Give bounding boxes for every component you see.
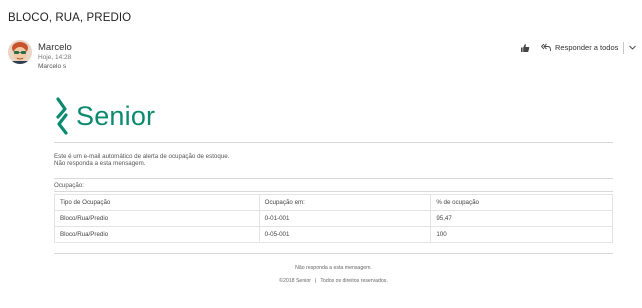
column-header-type: Tipo de Ocupação — [54, 194, 260, 211]
divider — [54, 142, 613, 143]
reply-all-group: Responder a todos — [537, 39, 639, 56]
reply-all-button[interactable]: Responder a todos — [538, 39, 621, 56]
reply-all-label: Responder a todos — [555, 43, 619, 52]
footer-copyright: ©2018 Senior | Todos os direitos reservado… — [54, 278, 613, 284]
senior-logo: Senior — [54, 96, 155, 136]
divider — [54, 178, 613, 179]
sender-name[interactable]: Marcelo — [38, 42, 72, 53]
cell-location: 0-05-001 — [258, 226, 432, 243]
table-row: Bloco/Rua/Predio 0-05-001 100 — [54, 226, 613, 243]
column-header-location: Ocupação em: — [258, 194, 432, 211]
cell-type: Bloco/Rua/Predio — [54, 226, 260, 243]
cell-percent: 95,47 — [430, 210, 613, 227]
avatar-image — [8, 40, 32, 64]
sender-avatar[interactable] — [8, 40, 32, 64]
reply-all-icon — [541, 43, 551, 51]
cell-percent: 100 — [430, 226, 613, 243]
column-header-percent: % de ocupação — [430, 194, 613, 211]
logo-text: Senior — [76, 100, 156, 131]
occupation-label: Ocupação: — [54, 182, 84, 189]
footer-separator: | — [314, 278, 317, 284]
cell-location: 0-01-001 — [258, 210, 432, 227]
thumbs-up-icon — [521, 44, 530, 52]
no-reply-text: Não responda a esta mensagem. — [54, 160, 146, 167]
sent-time: Hoje, 14:28 — [38, 54, 72, 61]
divider — [54, 191, 613, 192]
reply-divider — [623, 41, 625, 54]
cell-type: Bloco/Rua/Predio — [54, 210, 260, 227]
chevron-down-icon — [629, 45, 636, 50]
reply-options-dropdown[interactable] — [626, 39, 638, 56]
senior-logo-icon — [56, 97, 68, 135]
occupation-table: Tipo de Ocupação Ocupação em: % de ocupa… — [54, 194, 613, 243]
email-subject: BLOCO, RUA, PREDIO — [8, 12, 132, 24]
intro-text: Este é um e-mail automático de alerta de… — [54, 153, 230, 160]
rights-text: Todos os direitos reservados. — [320, 278, 388, 284]
like-button[interactable] — [517, 40, 533, 56]
table-row: Bloco/Rua/Predio 0-01-001 95,47 — [54, 210, 613, 227]
table-header-row: Tipo de Ocupação Ocupação em: % de ocupa… — [54, 194, 613, 211]
recipient[interactable]: Marcelo s — [38, 63, 66, 70]
divider — [54, 253, 613, 254]
copyright-text: ©2018 Senior — [279, 278, 311, 284]
footer-note: Não responda a esta mensagem. — [295, 265, 372, 271]
